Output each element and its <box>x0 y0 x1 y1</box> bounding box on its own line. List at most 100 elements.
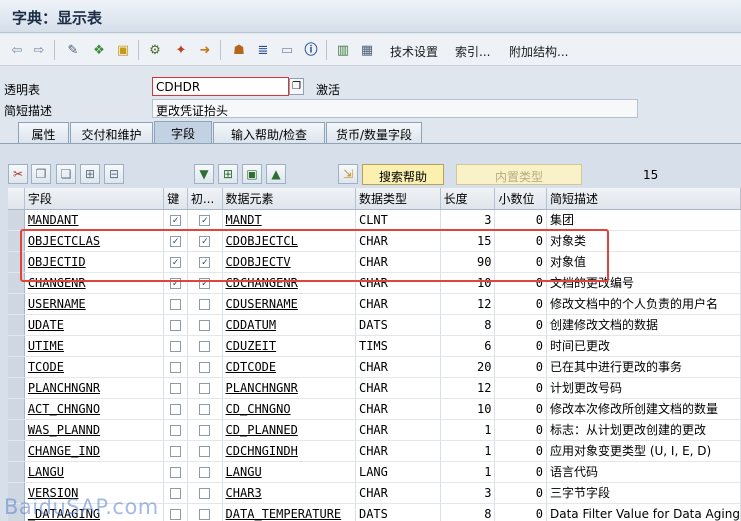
initial-checkbox[interactable]: ✓ <box>199 214 211 226</box>
key-checkbox[interactable] <box>170 298 182 310</box>
initial-checkbox[interactable] <box>199 382 211 394</box>
column-header-decimals[interactable]: 小数位 <box>494 188 547 210</box>
initial-checkbox-cell[interactable]: ✓ <box>187 209 223 231</box>
row-selector[interactable] <box>8 440 25 462</box>
filter-up-icon[interactable]: ▲ <box>266 164 286 184</box>
activate-icon[interactable]: ▣ <box>114 41 132 59</box>
field-name[interactable]: UTIME <box>28 339 64 353</box>
contents-icon[interactable]: ▦ <box>358 41 376 59</box>
initial-checkbox[interactable] <box>199 445 211 457</box>
row-selector[interactable] <box>8 419 25 441</box>
key-checkbox[interactable]: ✓ <box>170 235 182 247</box>
field-name[interactable]: WAS_PLANND <box>28 423 100 437</box>
data-element-cell[interactable]: CDDATUM <box>222 314 356 336</box>
key-checkbox[interactable]: ✓ <box>170 277 182 289</box>
field-name[interactable]: OBJECTID <box>28 255 86 269</box>
other-object-icon[interactable]: ❖ <box>90 41 108 59</box>
initial-checkbox[interactable] <box>199 424 211 436</box>
table-row[interactable]: UDATE CDDATUM DATS 8 0 创建修改文档的数据 <box>8 314 741 336</box>
initial-checkbox[interactable]: ✓ <box>199 235 211 247</box>
tab-delivery-maintenance[interactable]: 交付和维护 <box>70 122 153 143</box>
hierarchy-icon[interactable]: ☗ <box>230 41 248 59</box>
initial-checkbox[interactable] <box>199 319 211 331</box>
key-checkbox-cell[interactable] <box>163 335 188 357</box>
data-element[interactable]: CDOBJECTCL <box>226 234 298 248</box>
search-help-icon[interactable]: ⇲ <box>338 164 358 184</box>
field-name-cell[interactable]: ACT_CHNGNO <box>24 398 165 420</box>
data-element[interactable]: CDDATUM <box>226 318 277 332</box>
column-header-data-type[interactable]: 数据类型 <box>355 188 441 210</box>
technical-settings-button[interactable]: 技术设置 <box>390 43 438 60</box>
initial-checkbox-cell[interactable] <box>187 314 223 336</box>
key-checkbox[interactable] <box>170 445 182 457</box>
initial-checkbox[interactable] <box>199 361 211 373</box>
table-row[interactable]: MANDANT ✓ ✓ MANDT CLNT 3 0 集团 <box>8 209 741 231</box>
field-name-cell[interactable]: LANGU <box>24 461 165 483</box>
key-checkbox-cell[interactable] <box>163 419 188 441</box>
data-element[interactable]: CD_CHNGNO <box>226 402 291 416</box>
field-name-cell[interactable]: USERNAME <box>24 293 165 315</box>
table-row[interactable]: UTIME CDUZEIT TIMS 6 0 时间已更改 <box>8 335 741 357</box>
field-name[interactable]: CHANGENR <box>28 276 86 290</box>
initial-checkbox-cell[interactable] <box>187 356 223 378</box>
initial-checkbox-cell[interactable]: ✓ <box>187 230 223 252</box>
key-checkbox[interactable] <box>170 340 182 352</box>
field-name[interactable]: TCODE <box>28 360 64 374</box>
edit-display-icon[interactable]: ✎ <box>64 41 82 59</box>
display-object-list-icon[interactable]: ≣ <box>254 41 272 59</box>
field-name[interactable]: ACT_CHNGNO <box>28 402 100 416</box>
table-row[interactable]: ACT_CHNGNO CD_CHNGNO CHAR 10 0 修改本次修改所创建文档的数量 <box>8 398 741 420</box>
row-selector[interactable] <box>8 230 25 252</box>
key-checkbox-cell[interactable] <box>163 440 188 462</box>
table-row[interactable]: CHANGE_IND CDCHNGINDH CHAR 1 0 应用对象变更类型 (U, I… <box>8 440 741 462</box>
table-row[interactable]: TCODE CDTCODE CHAR 20 0 已在其中进行更改的事务 <box>8 356 741 378</box>
field-name-cell[interactable]: PLANCHNGNR <box>24 377 165 399</box>
initial-checkbox[interactable]: ✓ <box>199 277 211 289</box>
key-checkbox-cell[interactable] <box>163 503 188 521</box>
key-checkbox-cell[interactable]: ✓ <box>163 272 188 294</box>
data-element[interactable]: CDUSERNAME <box>226 297 298 311</box>
field-name[interactable]: MANDANT <box>28 213 79 227</box>
field-name-cell[interactable]: UTIME <box>24 335 165 357</box>
initial-checkbox-cell[interactable] <box>187 398 223 420</box>
data-element[interactable]: CD_PLANNED <box>226 423 298 437</box>
key-checkbox-cell[interactable]: ✓ <box>163 230 188 252</box>
key-checkbox[interactable] <box>170 382 182 394</box>
initial-checkbox-cell[interactable] <box>187 335 223 357</box>
row-selector[interactable] <box>8 335 25 357</box>
key-checkbox-cell[interactable] <box>163 482 188 504</box>
row-selector[interactable] <box>8 461 25 483</box>
row-selector[interactable] <box>8 251 25 273</box>
data-element-cell[interactable]: CDUSERNAME <box>222 293 356 315</box>
data-element-cell[interactable]: CD_PLANNED <box>222 419 356 441</box>
data-element-cell[interactable]: PLANCHNGNR <box>222 377 356 399</box>
filter-down-icon[interactable]: ▼ <box>194 164 214 184</box>
initial-checkbox-cell[interactable]: ✓ <box>187 272 223 294</box>
initial-checkbox[interactable] <box>199 298 211 310</box>
data-element-cell[interactable]: CD_CHNGNO <box>222 398 356 420</box>
short-desc-field[interactable]: 更改凭证抬头 <box>152 99 638 118</box>
key-checkbox-cell[interactable]: ✓ <box>163 251 188 273</box>
search-help-button[interactable]: 搜索帮助 <box>362 164 444 185</box>
tab-input-help-check[interactable]: 输入帮助/检查 <box>213 122 325 143</box>
table-name-field[interactable]: CDHDR <box>152 77 289 96</box>
insert-row-icon[interactable]: ⊞ <box>80 164 100 184</box>
key-checkbox[interactable]: ✓ <box>170 214 182 226</box>
initial-checkbox[interactable] <box>199 508 211 520</box>
column-header-initial[interactable]: 初... <box>187 188 223 210</box>
data-element-cell[interactable]: CDTCODE <box>222 356 356 378</box>
copy-icon[interactable]: ❐ <box>289 78 304 95</box>
field-name-cell[interactable]: CHANGENR <box>24 272 165 294</box>
initial-checkbox-cell[interactable] <box>187 503 223 521</box>
table-row[interactable]: OBJECTID ✓ ✓ CDOBJECTV CHAR 90 0 对象值 <box>8 251 741 273</box>
field-name[interactable]: CHANGE_IND <box>28 444 100 458</box>
table-row[interactable]: OBJECTCLAS ✓ ✓ CDOBJECTCL CHAR 15 0 对象类 <box>8 230 741 252</box>
copy-icon[interactable]: ❐ <box>31 164 51 184</box>
key-checkbox-cell[interactable] <box>163 314 188 336</box>
key-checkbox[interactable] <box>170 319 182 331</box>
data-element-cell[interactable]: CHAR3 <box>222 482 356 504</box>
info-icon[interactable]: ⓘ <box>302 41 320 59</box>
where-used-icon[interactable]: ✦ <box>172 41 190 59</box>
data-element[interactable]: CDCHNGINDH <box>226 444 298 458</box>
data-element-cell[interactable]: CDOBJECTCL <box>222 230 356 252</box>
